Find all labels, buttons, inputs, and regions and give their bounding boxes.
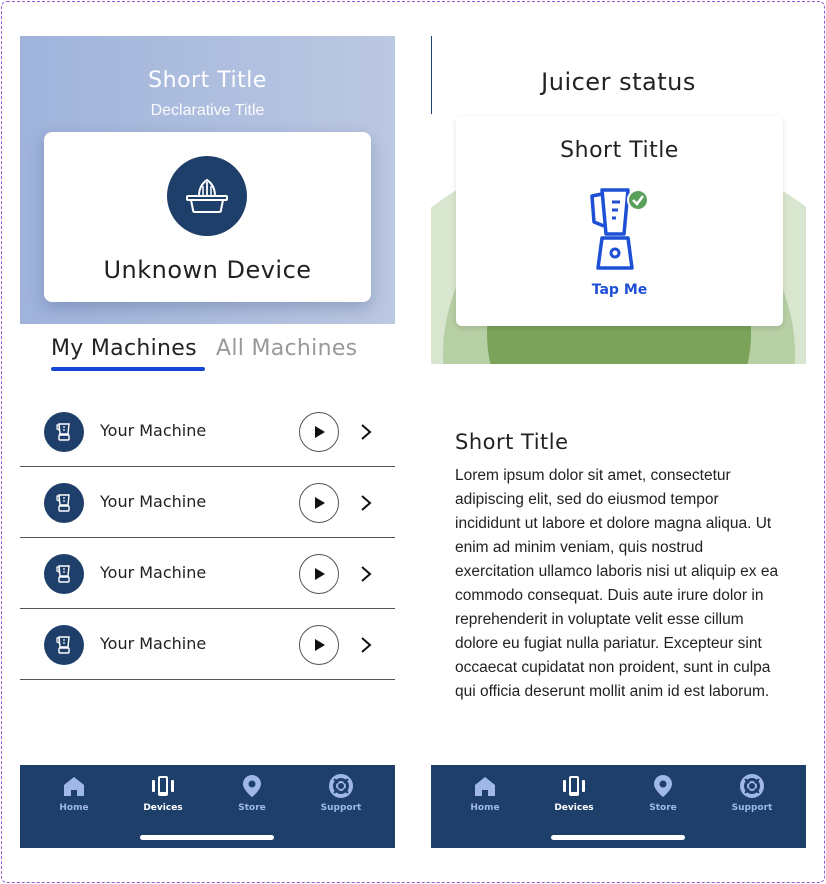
blender-icon — [44, 412, 84, 452]
active-tab-indicator — [51, 367, 205, 371]
location-pin-icon — [212, 773, 292, 799]
blender-check-icon — [586, 182, 656, 276]
nav-devices[interactable]: Devices — [534, 773, 614, 813]
list-item[interactable]: Your Machine — [20, 538, 395, 609]
list-item[interactable]: Your Machine — [20, 396, 395, 467]
nav-support[interactable]: Support — [301, 773, 381, 813]
nav-devices[interactable]: Devices — [123, 773, 203, 813]
juicer-icon — [167, 156, 247, 236]
juicer-status-screen: Juicer status Short Title Tap Me Short T… — [431, 36, 806, 848]
nav-label: Devices — [143, 803, 183, 813]
blender-icon — [44, 483, 84, 523]
hero-subtitle: Declarative Title — [150, 102, 265, 119]
article-body: Lorem ipsum dolor sit amet, consectetur … — [455, 467, 779, 700]
list-item[interactable]: Your Machine — [20, 609, 395, 680]
device-name: Unknown Device — [103, 256, 312, 284]
play-button[interactable] — [299, 554, 339, 594]
blender-icon — [44, 625, 84, 665]
nav-store[interactable]: Store — [212, 773, 292, 813]
play-icon — [315, 568, 325, 580]
nav-home[interactable]: Home — [34, 773, 114, 813]
home-indicator — [140, 835, 274, 840]
nav-home[interactable]: Home — [445, 773, 525, 813]
tap-me-button[interactable]: Tap Me — [456, 282, 783, 298]
nav-label: Devices — [554, 803, 594, 813]
lifebuoy-icon — [712, 773, 792, 799]
play-icon — [315, 426, 325, 438]
play-icon — [315, 497, 325, 509]
chevron-right-icon[interactable] — [356, 420, 376, 444]
page-title: Juicer status — [541, 68, 696, 96]
device-card[interactable]: Unknown Device — [44, 132, 371, 302]
blender-icon — [44, 554, 84, 594]
machine-name: Your Machine — [100, 421, 207, 440]
hero-banner: Short Title Declarative Title Unknown De… — [20, 36, 395, 324]
devices-icon — [123, 773, 203, 799]
play-button[interactable] — [299, 483, 339, 523]
nav-support[interactable]: Support — [712, 773, 792, 813]
machine-name: Your Machine — [100, 634, 207, 653]
nav-label: Store — [649, 803, 677, 813]
machine-name: Your Machine — [100, 492, 207, 511]
bottom-nav: Home Devices Store Support — [431, 765, 806, 848]
play-icon — [315, 639, 325, 651]
home-icon — [34, 773, 114, 799]
chevron-right-icon[interactable] — [356, 491, 376, 515]
nav-label: Store — [238, 803, 266, 813]
article-title: Short Title — [455, 430, 569, 454]
nav-label: Support — [320, 803, 362, 813]
devices-icon — [534, 773, 614, 799]
list-item[interactable]: Your Machine — [20, 467, 395, 538]
nav-store[interactable]: Store — [623, 773, 703, 813]
play-button[interactable] — [299, 625, 339, 665]
my-machines-screen: Short Title Declarative Title Unknown De… — [20, 36, 395, 848]
hero-title: Short Title — [148, 68, 267, 93]
status-card-title: Short Title — [560, 138, 679, 163]
nav-label: Support — [731, 803, 773, 813]
bottom-nav: Home Devices Store Support — [20, 765, 395, 848]
chevron-right-icon[interactable] — [356, 562, 376, 586]
home-icon — [445, 773, 525, 799]
nav-label: Home — [59, 803, 89, 813]
play-button[interactable] — [299, 412, 339, 452]
nav-label: Home — [470, 803, 500, 813]
status-card[interactable]: Short Title Tap Me — [456, 116, 783, 326]
machine-list: Your Machine Your Machine Your Machine Y… — [20, 396, 395, 680]
machine-name: Your Machine — [100, 563, 207, 582]
home-indicator — [551, 835, 685, 840]
location-pin-icon — [623, 773, 703, 799]
chevron-right-icon[interactable] — [356, 633, 376, 657]
lifebuoy-icon — [301, 773, 381, 799]
tab-all-machines[interactable]: All Machines — [216, 336, 357, 361]
tab-my-machines[interactable]: My Machines — [51, 336, 197, 361]
